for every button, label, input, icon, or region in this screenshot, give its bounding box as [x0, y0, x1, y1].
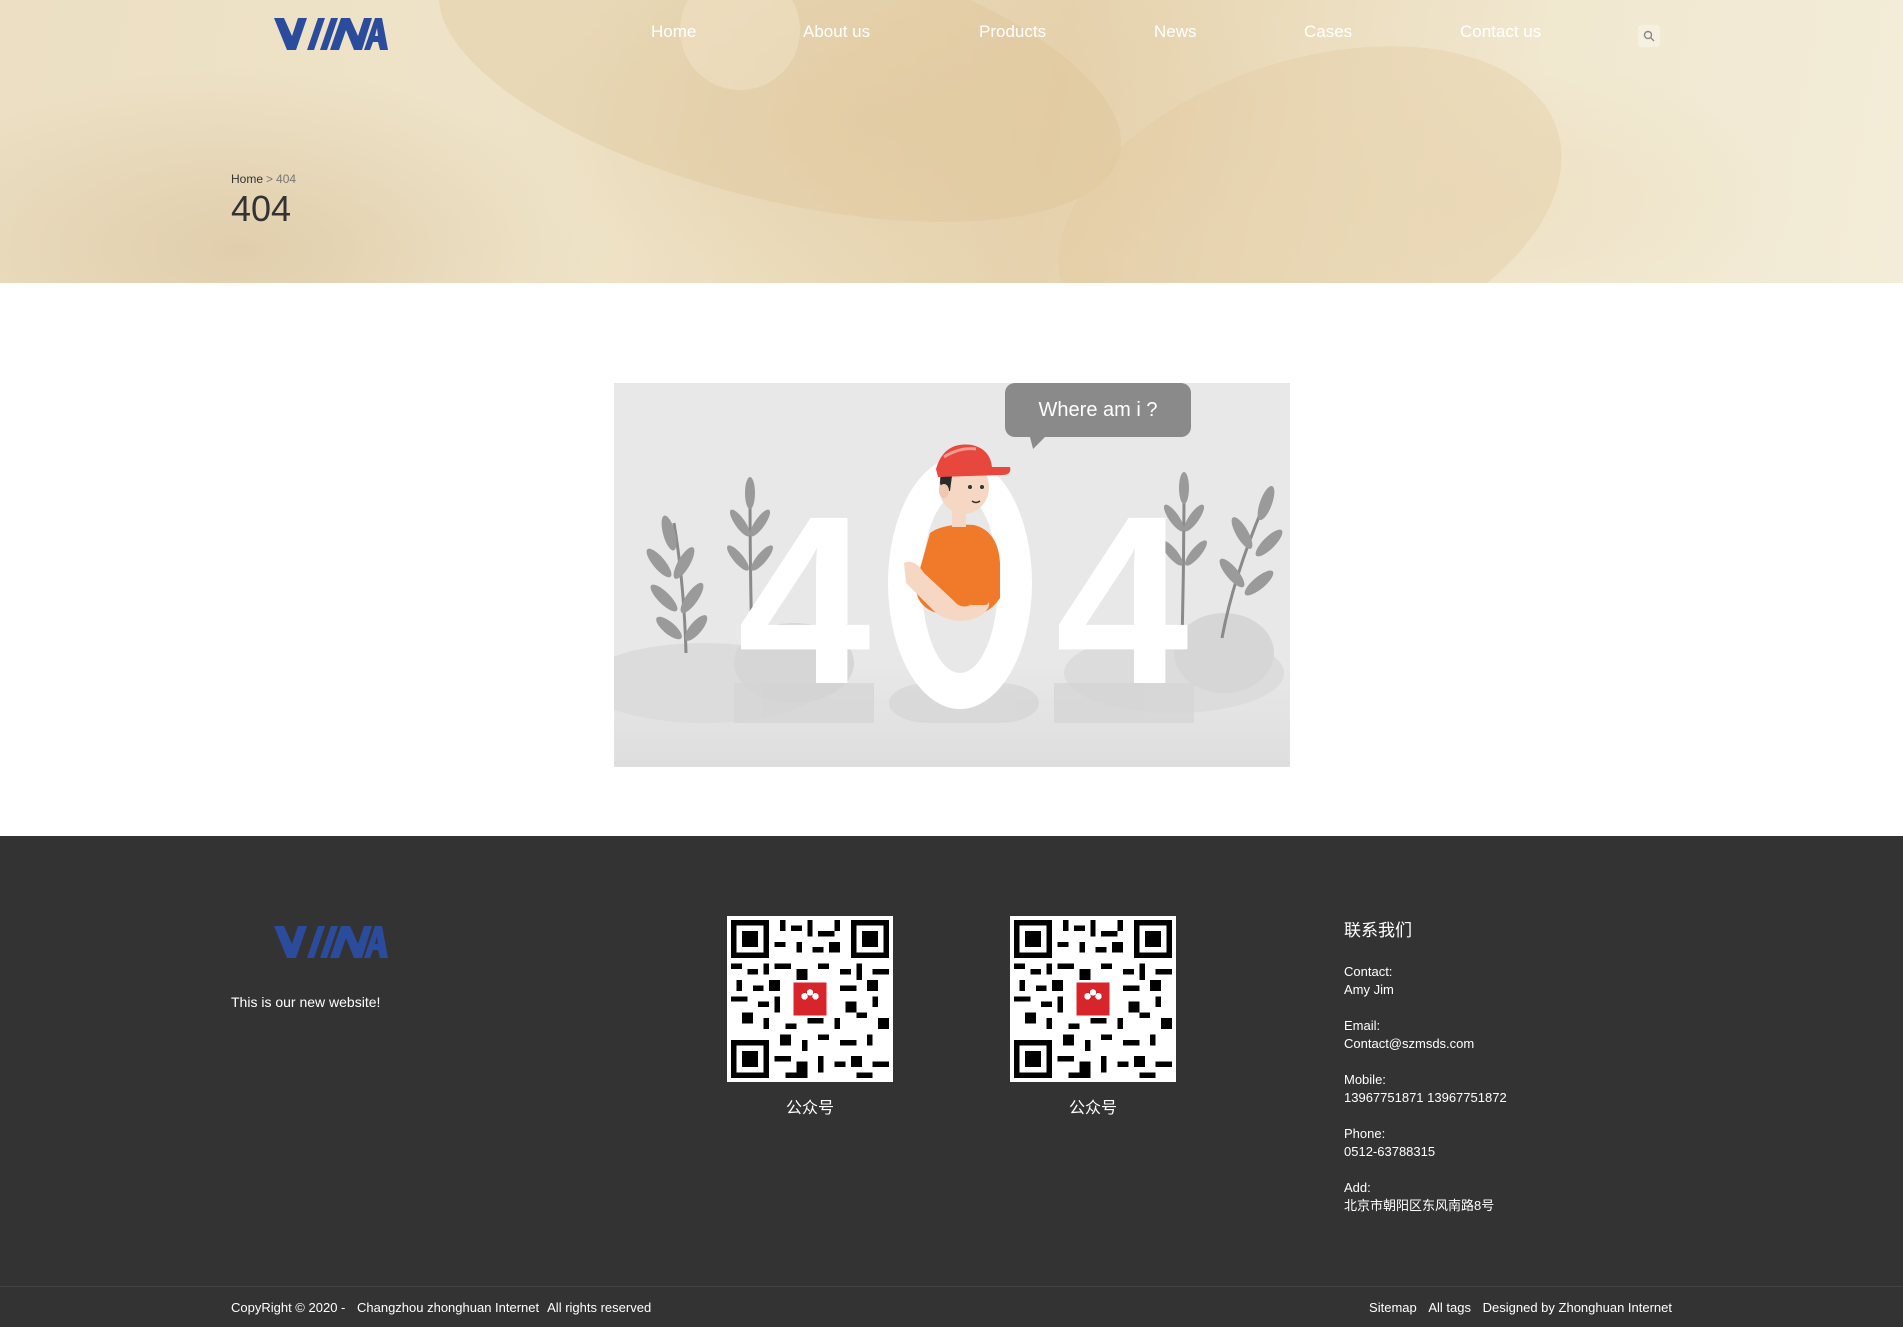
contact-value: Amy Jim [1344, 982, 1394, 997]
address-value: 北京市朝阳区东风南路8号 [1344, 1198, 1495, 1213]
error-illustration: 4 4 Where am i ? [614, 383, 1290, 767]
breadcrumb: Home >404 [231, 172, 296, 186]
nav-item-home[interactable]: Home [651, 22, 696, 42]
contact-label: Contact: [1344, 964, 1393, 979]
search-button[interactable] [1638, 25, 1660, 47]
breadcrumb-home[interactable]: Home [231, 172, 263, 186]
breadcrumb-separator: > [266, 172, 274, 186]
mobile-label: Mobile: [1344, 1072, 1386, 1087]
email-value[interactable]: Contact@szmsds.com [1344, 1035, 1674, 1053]
qr-code-label: 公众号 [1068, 1100, 1117, 1117]
phone-label: Phone: [1344, 1126, 1386, 1141]
qr-code-label: 公众号 [785, 1100, 834, 1117]
digit-4-left: 4 [737, 466, 870, 734]
address-label: Add: [1344, 1180, 1371, 1195]
copyright: CopyRight © 2020 - Changzhou zhonghuan I… [231, 1300, 659, 1315]
contact-heading: 联系我们 [1344, 921, 1412, 940]
page-title: 404 [231, 188, 292, 229]
footer-tagline: This is our new website! [231, 994, 381, 1010]
phone-value: 0512-63788315 [1344, 1144, 1436, 1159]
main-nav: Home About us Products News Cases Contac… [0, 22, 1903, 46]
footer-logo[interactable] [274, 924, 388, 960]
digit-4-right: 4 [1055, 466, 1188, 734]
qr-code-block: 公众号 [727, 916, 893, 1118]
nav-item-cases[interactable]: Cases [1304, 22, 1352, 42]
footer-links: Sitemap All tags Designed by Zhonghuan I… [1361, 1300, 1672, 1315]
qr-code-icon [731, 920, 889, 1078]
footer-divider [0, 1286, 1903, 1287]
site-footer: This is our new website! 公众号 公众号 联系我们 Co… [0, 836, 1903, 1327]
qr-code-icon [1014, 920, 1172, 1078]
designer-link[interactable]: Designed by Zhonghuan Internet [1483, 1300, 1672, 1315]
yima-logo-icon [274, 926, 388, 958]
speech-bubble: Where am i ? [1005, 383, 1191, 437]
nav-item-about-us[interactable]: About us [803, 22, 870, 42]
copyright-rights: All rights reserved [547, 1300, 652, 1315]
qr-code-image [727, 916, 893, 1082]
company-link[interactable]: Changzhou zhonghuan Internet [357, 1300, 539, 1315]
error-404-illustration: 4 4 [614, 444, 1290, 767]
mobile-value: 13967751871 13967751872 [1344, 1090, 1507, 1105]
email-label: Email: [1344, 1018, 1381, 1033]
nav-item-news[interactable]: News [1154, 22, 1197, 42]
nav-item-products[interactable]: Products [979, 22, 1046, 42]
copyright-prefix: CopyRight © 2020 - [231, 1300, 346, 1315]
sitemap-link[interactable]: Sitemap [1369, 1300, 1417, 1315]
qr-code-block: 公众号 [1010, 916, 1176, 1118]
all-tags-link[interactable]: All tags [1428, 1300, 1471, 1315]
page-banner: Home About us Products News Cases Contac… [0, 0, 1903, 283]
nav-item-contact-us[interactable]: Contact us [1460, 22, 1541, 42]
qr-code-image [1010, 916, 1176, 1082]
search-icon [1643, 30, 1655, 42]
contact-info: 联系我们 Contact: Amy Jim Email: Contact@szm… [1344, 916, 1674, 1233]
breadcrumb-current: 404 [276, 172, 297, 186]
